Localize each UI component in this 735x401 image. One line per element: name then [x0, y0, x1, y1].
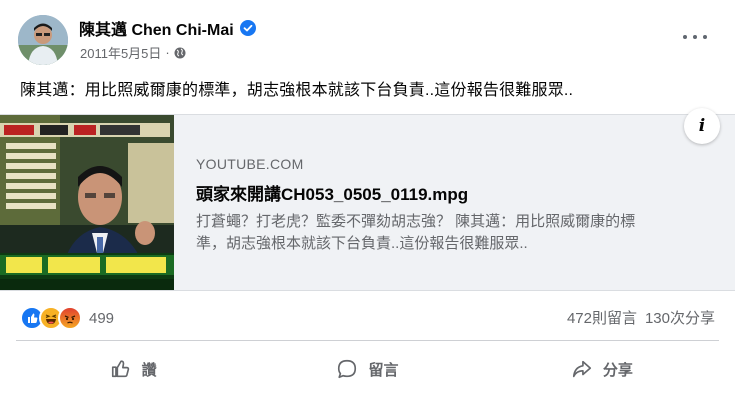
reaction-count: 499: [89, 309, 115, 327]
like-button[interactable]: 讚: [16, 344, 250, 394]
reaction-stats: 499 472則留言 130次分享: [0, 296, 735, 338]
more-options-icon[interactable]: [683, 30, 707, 44]
link-domain: YOUTUBE.COM: [196, 156, 304, 172]
post-header: 陳其邁 Chen Chi-Mai 2011年5月5日 ·: [0, 0, 735, 70]
comment-label: 留言: [368, 361, 399, 379]
comment-bubble-icon: [338, 359, 357, 379]
globe-icon: [174, 47, 186, 58]
info-icon[interactable]: i: [684, 108, 720, 144]
link-title[interactable]: 頭家來開講CH053_0505_0119.mpg: [196, 180, 715, 205]
author-name[interactable]: 陳其邁 Chen Chi-Mai: [79, 16, 234, 40]
comment-count[interactable]: 472則留言: [567, 307, 637, 328]
angry-reaction-icon: [58, 306, 82, 330]
link-preview-card[interactable]: YOUTUBE.COM 頭家來開講CH053_0505_0119.mpg 打蒼蠅…: [0, 108, 735, 291]
actions-divider: [16, 340, 719, 341]
post-text: 陳其邁：用比照威爾康的標準，胡志強根本就該下台負責..這份報告很難服眾..: [20, 82, 574, 99]
share-label: 分享: [602, 361, 633, 379]
post-date[interactable]: 2011年5月5日: [80, 43, 161, 62]
author-avatar[interactable]: [18, 15, 68, 65]
share-arrow-icon: [572, 360, 591, 378]
share-count[interactable]: 130次分享: [645, 307, 715, 328]
author-row: 陳其邁 Chen Chi-Mai: [79, 16, 256, 40]
post-meta: 2011年5月5日 ·: [80, 43, 186, 62]
post-actions: 讚 留言 分享: [16, 344, 719, 394]
reactions-summary[interactable]: 499: [20, 306, 114, 330]
video-thumbnail[interactable]: [0, 115, 174, 290]
share-button[interactable]: 分享: [485, 344, 719, 394]
like-label: 讚: [141, 361, 157, 379]
comment-button[interactable]: 留言: [250, 344, 484, 394]
meta-separator: ·: [165, 45, 170, 60]
link-description: 打蒼蠅？打老虎？監委不彈劾胡志強？ 陳其邁：用比照威爾康的標準，胡志強根本就該下…: [196, 213, 636, 252]
verified-badge-icon: [239, 20, 256, 36]
engagement-counts: 472則留言 130次分享: [567, 307, 715, 328]
thumbs-up-icon: [111, 360, 129, 378]
link-text-block: YOUTUBE.COM 頭家來開講CH053_0505_0119.mpg 打蒼蠅…: [196, 156, 715, 255]
